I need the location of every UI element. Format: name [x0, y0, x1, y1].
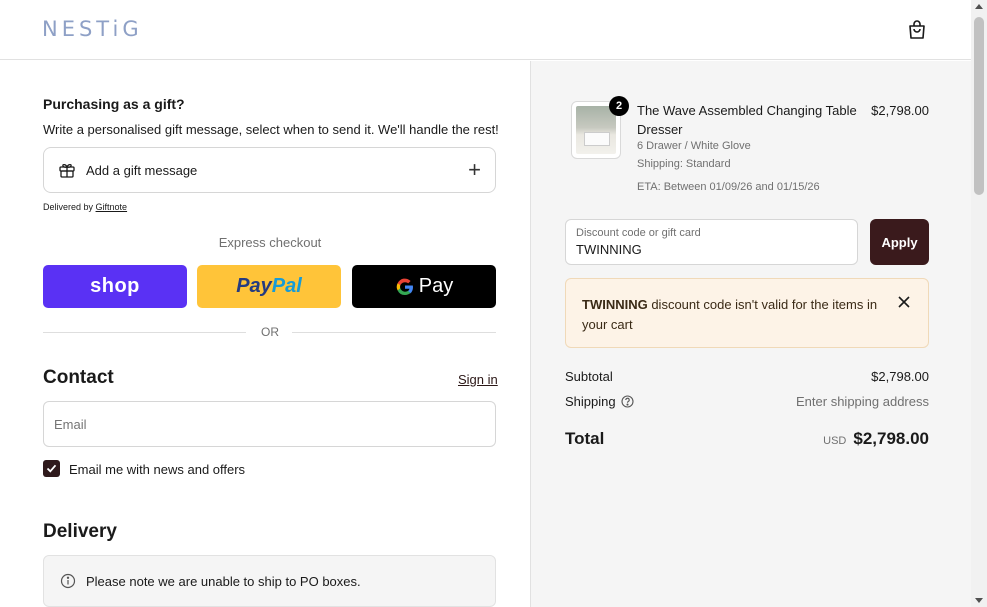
- divider-right: [292, 332, 496, 333]
- page-scrollbar[interactable]: [971, 0, 987, 607]
- subtotal-label: Subtotal: [565, 369, 613, 384]
- contact-heading: Contact: [43, 367, 114, 388]
- google-pay-label: Pay: [418, 275, 454, 297]
- paypal-logo-part1: Pay: [236, 275, 272, 297]
- scroll-down-arrow-icon[interactable]: [975, 598, 983, 603]
- dresser-image-detail: [584, 132, 610, 146]
- discount-field-label: Discount code or gift card: [576, 227, 701, 239]
- product-eta: ETA: Between 01/09/26 and 01/15/26: [637, 181, 820, 193]
- site-header: NESTiG: [0, 0, 971, 60]
- subtotal-value: $2,798.00: [871, 369, 929, 384]
- product-name: The Wave Assembled Changing Table Dresse…: [637, 103, 857, 137]
- po-box-notice: Please note we are unable to ship to PO …: [43, 555, 496, 607]
- checkout-form: Purchasing as a gift? Write a personalis…: [0, 61, 531, 607]
- gift-message-label: Add a gift message: [86, 162, 198, 178]
- newsletter-label: Email me with news and offers: [69, 462, 246, 477]
- error-code: TWINNING: [582, 297, 648, 312]
- discount-error-banner: TWINNING discount code isn't valid for t…: [565, 278, 929, 348]
- giftnote-link[interactable]: Giftnote: [96, 202, 128, 212]
- google-pay-button[interactable]: Pay: [352, 265, 496, 308]
- discount-code-field[interactable]: Discount code or gift card TWINNING: [565, 219, 858, 265]
- product-price: $2,798.00: [871, 103, 929, 118]
- total-value-group: USD $2,798.00: [823, 429, 929, 449]
- delivery-heading: Delivery: [43, 521, 117, 542]
- shopping-bag-icon[interactable]: [905, 18, 929, 42]
- discount-field-value: TWINNING: [576, 242, 642, 257]
- scrollbar-thumb[interactable]: [974, 17, 984, 195]
- total-label: Total: [565, 429, 605, 448]
- store-logo[interactable]: NESTiG: [42, 17, 143, 41]
- quantity-badge: 2: [609, 96, 629, 116]
- paypal-button[interactable]: Pay Pal: [197, 265, 341, 308]
- gift-icon: [59, 163, 75, 178]
- paypal-logo-part2: Pal: [271, 275, 302, 297]
- google-g-icon: [396, 278, 413, 295]
- help-icon[interactable]: [621, 395, 634, 408]
- shipping-label: Shipping: [565, 394, 616, 409]
- sign-in-link[interactable]: Sign in: [458, 372, 498, 387]
- plus-icon: +: [468, 157, 481, 182]
- scroll-up-arrow-icon[interactable]: [975, 4, 983, 9]
- total-currency: USD: [823, 435, 847, 447]
- shipping-row-label: Shipping: [565, 394, 634, 409]
- info-icon: [60, 573, 76, 589]
- add-gift-message-button[interactable]: Add a gift message +: [43, 147, 496, 193]
- shipping-value: Enter shipping address: [796, 394, 929, 409]
- product-image: [576, 106, 616, 154]
- delivered-by-text: Delivered by: [43, 202, 94, 212]
- checkmark-icon: [46, 464, 57, 473]
- gift-title: Purchasing as a gift?: [43, 96, 185, 112]
- giftnote-credit: Delivered by Giftnote: [43, 202, 127, 212]
- total-value: $2,798.00: [853, 429, 929, 448]
- gift-subtitle: Write a personalised gift message, selec…: [43, 122, 499, 137]
- discount-error-text: TWINNING discount code isn't valid for t…: [582, 295, 882, 335]
- order-summary: 2 The Wave Assembled Changing Table Dres…: [531, 61, 971, 607]
- email-field[interactable]: [43, 401, 496, 447]
- po-box-notice-text: Please note we are unable to ship to PO …: [86, 573, 361, 589]
- apply-button[interactable]: Apply: [870, 219, 929, 265]
- product-shipping: Shipping: Standard: [637, 158, 731, 170]
- shop-pay-button[interactable]: shop: [43, 265, 187, 308]
- close-icon[interactable]: [897, 295, 911, 309]
- product-variant: 6 Drawer / White Glove: [637, 140, 751, 152]
- express-checkout-label: Express checkout: [218, 235, 322, 250]
- newsletter-checkbox[interactable]: [43, 460, 60, 477]
